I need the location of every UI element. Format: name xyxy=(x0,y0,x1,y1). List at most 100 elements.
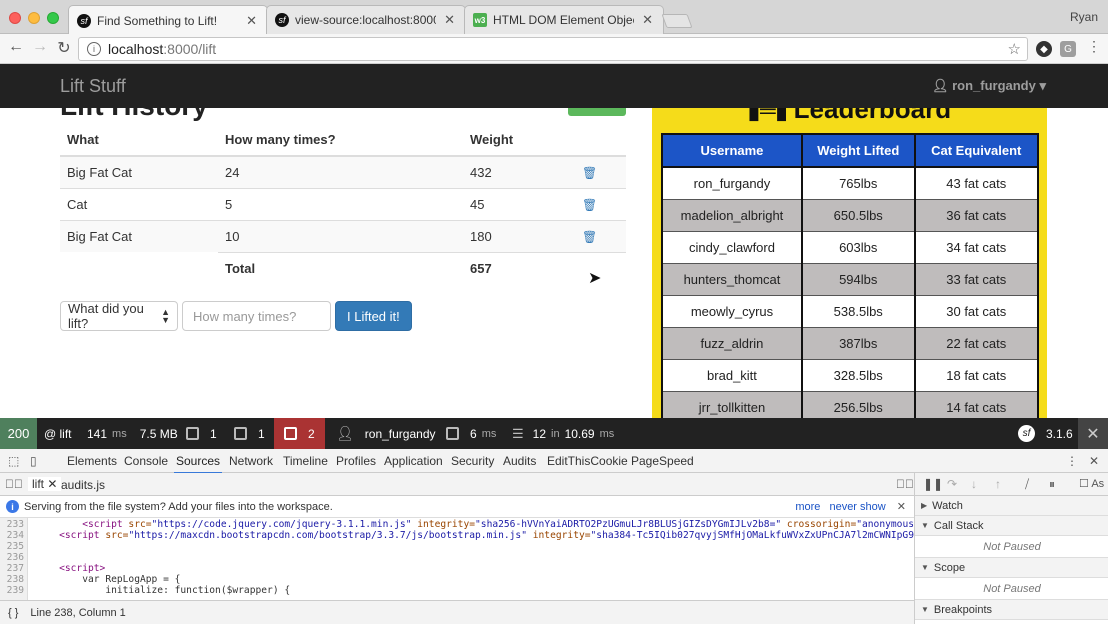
lb-cats: 36 fat cats xyxy=(913,198,1039,232)
tab-sources[interactable]: Sources xyxy=(173,454,223,474)
scope-pane-header[interactable]: ▼ Scope xyxy=(915,558,1108,578)
code-line: 236 xyxy=(0,552,36,563)
line-number: 234 xyxy=(6,530,24,541)
lb-weight: 387lbs xyxy=(800,326,916,360)
twig-panel[interactable]: 6 ms xyxy=(446,418,496,449)
leaderboard-row: hunters_thomcat 594lbs 33 fat cats xyxy=(661,262,1039,296)
source-editor[interactable]: 233 <script src="https://code.jquery.com… xyxy=(0,518,914,600)
deactivate-breakpoints-icon[interactable]: ⧸ xyxy=(1025,477,1029,492)
file-tab-audits[interactable]: audits.js xyxy=(61,478,105,492)
profile-name[interactable]: Ryan xyxy=(1070,10,1098,24)
breakpoints-pane-header[interactable]: ▼ Breakpoints xyxy=(915,600,1108,620)
forward-arrow-icon[interactable]: → xyxy=(30,38,50,56)
route-panel[interactable]: @ lift xyxy=(44,418,72,449)
code-line: 235 xyxy=(0,541,36,552)
step-out-icon[interactable]: ↑ xyxy=(995,477,1001,491)
toggle-debugger-icon[interactable]: ◂⃞ xyxy=(896,477,914,491)
file-tab-lift[interactable]: lift ✕ xyxy=(28,477,62,491)
tab-audits[interactable]: Audits xyxy=(503,454,536,468)
pretty-print-button[interactable]: { } xyxy=(8,607,18,619)
close-devtools-icon[interactable]: ✕ xyxy=(1089,454,1099,468)
extension-icon[interactable]: ◆ xyxy=(1036,41,1052,57)
address-bar[interactable]: i localhost:8000/lift ☆ xyxy=(78,37,1028,61)
tab-elements[interactable]: Elements xyxy=(67,454,117,468)
step-over-icon[interactable]: ↷ xyxy=(947,477,957,491)
devtools-menu-icon[interactable]: ⋮ xyxy=(1066,454,1078,468)
code-value: "https://maxcdn.bootstrapcdn.com/bootstr… xyxy=(128,530,527,541)
async-checkbox[interactable]: ☐ As xyxy=(1079,477,1104,490)
db-time-unit: ms xyxy=(599,427,615,440)
close-file-icon[interactable]: ✕ xyxy=(47,477,57,491)
line-number: 235 xyxy=(6,541,24,552)
close-tab-icon[interactable]: ✕ xyxy=(642,12,653,28)
chrome-menu-icon[interactable]: ⋮ xyxy=(1084,38,1104,55)
expand-arrow-icon: ▶ xyxy=(921,501,928,510)
tab-editthiscookie[interactable]: EditThisCookie xyxy=(547,454,628,468)
tab-network[interactable]: Network xyxy=(229,454,273,468)
close-tab-icon[interactable]: ✕ xyxy=(246,13,257,29)
reload-icon[interactable]: ↻ xyxy=(54,38,74,58)
i-lifted-it-button[interactable]: I Lifted it! xyxy=(335,301,412,331)
lb-user: cindy_clawford xyxy=(661,230,803,264)
symfony-version-panel[interactable]: sf 3.1.6 xyxy=(1018,418,1073,449)
info-icon[interactable]: i xyxy=(87,42,101,56)
tab-security[interactable]: Security xyxy=(451,454,494,468)
request-time: 141 xyxy=(87,426,108,441)
twig-icon xyxy=(446,427,459,440)
call-stack-pane-header[interactable]: ▼ Call Stack xyxy=(915,516,1108,536)
collapse-arrow-icon: ▼ xyxy=(921,563,929,572)
trash-icon[interactable]: 🗑︎ xyxy=(582,198,597,212)
toggle-navigator-icon[interactable]: ▸⃞ xyxy=(5,477,23,491)
tab-pagespeed[interactable]: PageSpeed xyxy=(631,454,694,468)
pause-on-exceptions-icon[interactable]: ⏸︎ xyxy=(1049,477,1055,492)
close-toolbar-icon[interactable]: ✕ xyxy=(1078,418,1108,449)
close-infobar-icon[interactable]: ✕ xyxy=(897,501,906,513)
lb-weight: 603lbs xyxy=(800,230,916,264)
forms-panel[interactable]: 1 xyxy=(186,418,217,449)
never-show-link[interactable]: never show xyxy=(829,501,885,513)
close-window-button[interactable] xyxy=(9,12,21,24)
brand-link[interactable]: Lift Stuff xyxy=(60,76,126,97)
bookmark-star-icon[interactable]: ☆ xyxy=(1008,40,1021,58)
lb-cats: 34 fat cats xyxy=(913,230,1039,264)
maximize-window-button[interactable] xyxy=(47,12,59,24)
inspect-element-icon[interactable]: ⬚ xyxy=(8,454,19,468)
browser-tab-w3schools[interactable]: w3 HTML DOM Element Objects ✕ xyxy=(464,5,664,34)
pause-icon[interactable]: ❚❚ xyxy=(923,477,943,491)
item-select[interactable]: What did you lift? ▲ ▼ xyxy=(60,301,178,331)
status-code-badge[interactable]: 200 xyxy=(0,418,37,449)
tab-application[interactable]: Application xyxy=(384,454,443,468)
trash-icon[interactable]: 🗑︎ xyxy=(582,230,597,244)
browser-tab-lift[interactable]: sf Find Something to Lift! ✕ xyxy=(68,5,268,35)
reps-input[interactable] xyxy=(182,301,331,331)
close-tab-icon[interactable]: ✕ xyxy=(444,12,455,28)
security-panel[interactable]: 2 xyxy=(274,418,325,449)
route-name: @ lift xyxy=(44,426,72,441)
tab-console[interactable]: Console xyxy=(124,454,168,468)
tab-timeline[interactable]: Timeline xyxy=(283,454,328,468)
new-tab-button[interactable] xyxy=(661,14,693,28)
database-panel[interactable]: ☰ 12 in 10.69 ms xyxy=(512,418,614,449)
user-panel[interactable]: 👤︎ ron_furgandy xyxy=(336,418,436,449)
minimize-window-button[interactable] xyxy=(28,12,40,24)
request-time-unit: ms xyxy=(112,427,127,440)
lb-cats: 18 fat cats xyxy=(913,358,1039,392)
code-line: 238 var RepLogApp = { xyxy=(0,574,181,585)
lb-weight: 650.5lbs xyxy=(800,198,916,232)
more-link[interactable]: more xyxy=(795,501,820,513)
watch-pane-header[interactable]: ▶ Watch xyxy=(915,496,1108,516)
file-tab-label: lift xyxy=(32,477,44,491)
trash-icon[interactable]: 🗑︎ xyxy=(582,166,597,180)
lb-weight: 328.5lbs xyxy=(800,358,916,392)
user-menu[interactable]: 👤︎ ron_furgandy ▾ xyxy=(932,78,1046,94)
extension-g-icon[interactable]: G xyxy=(1060,41,1076,57)
tab-profiles[interactable]: Profiles xyxy=(336,454,376,468)
logs-panel[interactable]: 1 xyxy=(234,418,265,449)
tab-title: view-source:localhost:8000/lif xyxy=(295,13,437,27)
code-attr: crossorigin= xyxy=(781,519,857,530)
browser-tab-view-source[interactable]: sf view-source:localhost:8000/lif ✕ xyxy=(266,5,466,34)
step-into-icon[interactable]: ↓ xyxy=(971,477,977,491)
back-arrow-icon[interactable]: ← xyxy=(6,38,26,56)
device-toolbar-icon[interactable]: ▯ xyxy=(30,454,37,468)
time-panel[interactable]: 141 ms 7.5 MB xyxy=(87,418,178,449)
